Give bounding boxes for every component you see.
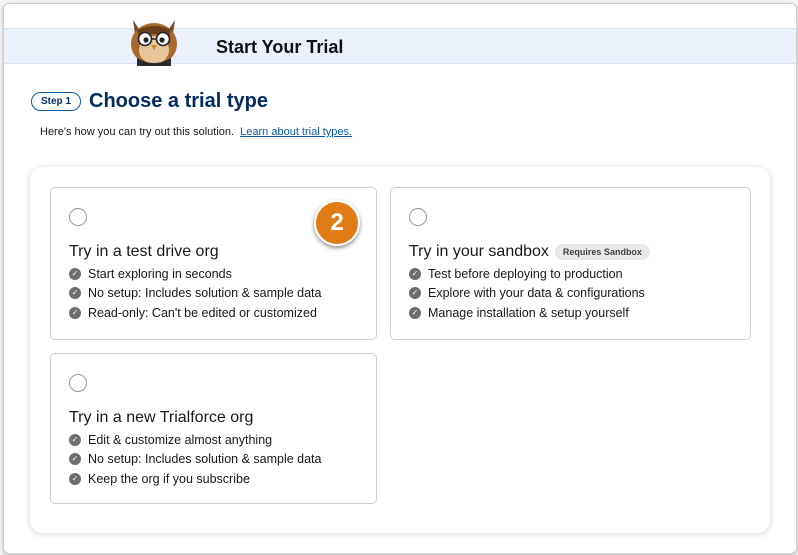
requires-sandbox-badge: Requires Sandbox	[554, 244, 650, 260]
list-item: ✓ Keep the org if you subscribe	[69, 469, 321, 489]
feature-text: No setup: Includes solution & sample dat…	[88, 452, 322, 467]
learn-trial-types-link[interactable]: Learn about trial types.	[240, 126, 352, 138]
feature-list: ✓ Start exploring in seconds ✓ No setup: I…	[69, 264, 321, 323]
card-trialforce-org[interactable]: Try in a new Trialforce org ✓ Edit & cust…	[50, 353, 377, 504]
trial-window: Start Your Trial Step 1 Choose a trial t…	[3, 3, 797, 554]
check-circle-icon: ✓	[69, 453, 81, 466]
radio-test-drive-org[interactable]	[69, 208, 87, 226]
owl-mascot-icon	[131, 20, 177, 66]
feature-list: ✓ Test before deploying to production ✓ Ex…	[409, 264, 645, 323]
list-item: ✓ Read-only: Can't be edited or customize…	[69, 303, 321, 323]
intro-text-row: Here's how you can try out this solution…	[40, 126, 352, 138]
check-circle-icon: ✓	[409, 306, 421, 319]
list-item: ✓ No setup: Includes solution & sample da…	[69, 450, 321, 470]
intro-text: Here's how you can try out this solution…	[40, 126, 235, 138]
page-title: Start Your Trial	[216, 37, 344, 57]
check-circle-icon: ✓	[409, 267, 421, 280]
feature-text: Read-only: Can't be edited or customized	[88, 305, 317, 320]
check-circle-icon: ✓	[409, 287, 421, 300]
card-title-text: Try in a new Trialforce org	[69, 409, 254, 426]
check-circle-icon: ✓	[69, 267, 81, 280]
trial-options-panel: Try in a test drive org ✓ Start exploring…	[30, 167, 770, 533]
list-item: ✓ Test before deploying to production	[409, 264, 645, 284]
list-item: ✓ Explore with your data & configurations	[409, 284, 645, 304]
card-title-text: Try in your sandbox	[409, 243, 549, 260]
check-circle-icon: ✓	[69, 306, 81, 319]
card-title-text: Try in a test drive org	[69, 243, 219, 260]
feature-text: Manage installation & setup yourself	[428, 305, 629, 320]
check-circle-icon: ✓	[69, 433, 81, 446]
feature-text: Keep the org if you subscribe	[88, 471, 250, 486]
feature-text: Edit & customize almost anything	[88, 432, 273, 447]
feature-text: No setup: Includes solution & sample dat…	[88, 286, 322, 301]
list-item: ✓ Start exploring in seconds	[69, 264, 321, 284]
card-title: Try in a test drive org	[69, 243, 219, 261]
check-circle-icon: ✓	[69, 472, 81, 485]
step-badge: Step 1	[31, 91, 82, 111]
section-title: Choose a trial type	[89, 89, 268, 112]
check-circle-icon: ✓	[69, 287, 81, 300]
feature-list: ✓ Edit & customize almost anything ✓ No se…	[69, 430, 321, 489]
list-item: ✓ Manage installation & setup yourself	[409, 303, 645, 323]
card-sandbox[interactable]: Try in your sandbox Requires Sandbox ✓ Te…	[390, 187, 751, 340]
list-item: ✓ Edit & customize almost anything	[69, 430, 321, 450]
feature-text: Start exploring in seconds	[88, 266, 232, 281]
feature-text: Test before deploying to production	[428, 266, 623, 281]
list-item: ✓ No setup: Includes solution & sample da…	[69, 284, 321, 304]
step-callout-badge: 2	[314, 200, 360, 246]
radio-trialforce-org[interactable]	[69, 374, 87, 392]
feature-text: Explore with your data & configurations	[428, 286, 645, 301]
card-title: Try in a new Trialforce org	[69, 409, 253, 427]
radio-sandbox[interactable]	[409, 208, 427, 226]
card-title: Try in your sandbox Requires Sandbox	[409, 243, 650, 261]
